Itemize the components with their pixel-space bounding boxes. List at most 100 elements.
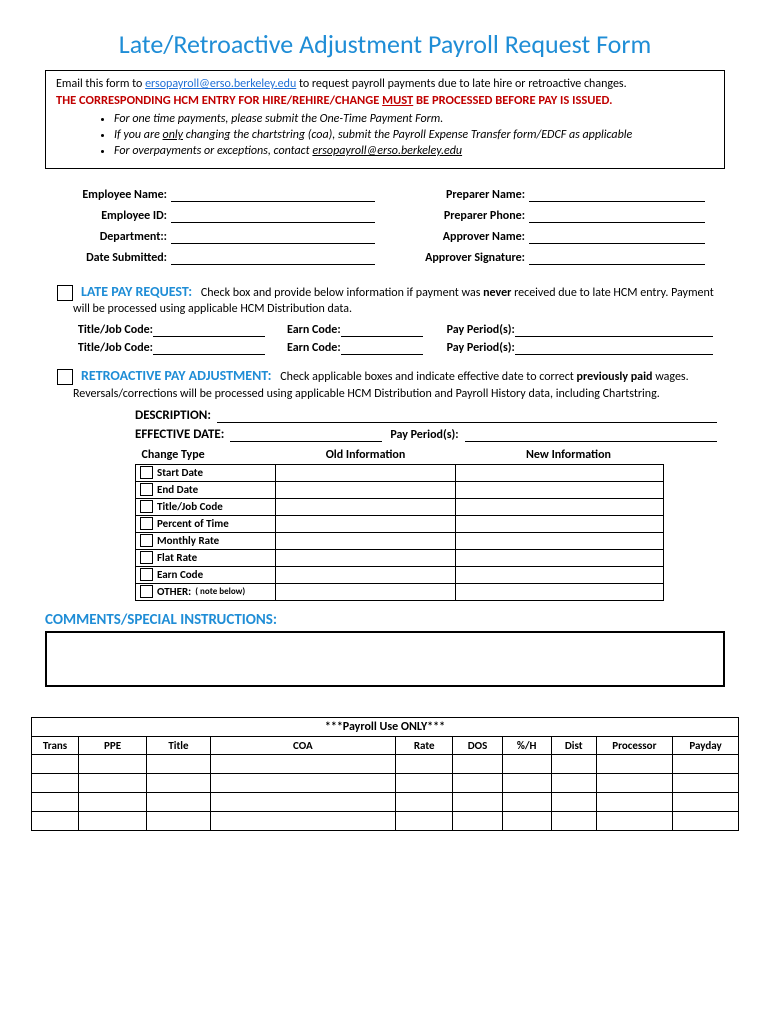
label-prep-phone: Preparer Phone:: [385, 209, 529, 223]
field-date-sub[interactable]: [171, 250, 375, 265]
b2-pre: If you are: [114, 128, 163, 142]
retro-checkbox[interactable]: [57, 369, 73, 385]
payroll-header: ***Payroll Use ONLY***: [32, 717, 739, 736]
old-other[interactable]: [276, 583, 456, 600]
col-trans: Trans: [32, 736, 79, 754]
new-title-job[interactable]: [456, 498, 664, 515]
chk-other[interactable]: [140, 585, 153, 598]
label-emp-id: Employee ID:: [55, 209, 171, 223]
bullet-3-link[interactable]: ersopayroll@erso.berkeley.edu: [312, 144, 462, 158]
intro-pre: Email this form to: [56, 77, 145, 91]
new-other[interactable]: [456, 583, 664, 600]
meta-fields: Employee Name: Preparer Name: Employee I…: [55, 187, 715, 271]
old-monthly[interactable]: [276, 532, 456, 549]
col-change-type: Change Type: [136, 446, 276, 465]
chk-end-date[interactable]: [140, 483, 153, 496]
late-pay-field-2[interactable]: [515, 342, 713, 355]
change-type-table: Change Type Old Information New Informat…: [135, 446, 664, 601]
chk-percent[interactable]: [140, 517, 153, 530]
label-appr-sig: Approver Signature:: [385, 251, 529, 265]
b2-only: only: [163, 128, 183, 142]
bullet-3: For overpayments or exceptions, contact …: [114, 144, 714, 158]
late-earn-label-2: Earn Code:: [287, 341, 341, 355]
new-earn[interactable]: [456, 566, 664, 583]
late-earn-label-1: Earn Code:: [287, 323, 341, 337]
old-title-job[interactable]: [276, 498, 456, 515]
label-prep-name: Preparer Name:: [385, 188, 529, 202]
field-prep-phone[interactable]: [529, 208, 705, 223]
row-flat: Flat Rate: [157, 551, 197, 564]
retro-section: RETROACTIVE PAY ADJUSTMENT: Check applic…: [57, 367, 725, 401]
label-date-sub: Date Submitted:: [55, 251, 171, 265]
new-percent[interactable]: [456, 515, 664, 532]
field-dept[interactable]: [171, 229, 375, 244]
col-rate: Rate: [395, 736, 453, 754]
field-emp-name[interactable]: [171, 187, 375, 202]
new-flat[interactable]: [456, 549, 664, 566]
intro-bullets: For one time payments, please submit the…: [96, 112, 714, 158]
late-pay-checkbox[interactable]: [57, 285, 73, 301]
chk-flat[interactable]: [140, 551, 153, 564]
field-prep-name[interactable]: [529, 187, 705, 202]
old-percent[interactable]: [276, 515, 456, 532]
old-end-date[interactable]: [276, 481, 456, 498]
intro-box: Email this form to ersopayroll@erso.berk…: [45, 70, 725, 169]
col-old-info: Old Information: [276, 446, 456, 465]
label-dept: Department::: [55, 230, 171, 244]
field-emp-id[interactable]: [171, 208, 375, 223]
col-dos: DOS: [453, 736, 502, 754]
retro-pay-field[interactable]: [465, 427, 717, 442]
late-pay-field-1[interactable]: [515, 324, 713, 337]
row-earn: Earn Code: [157, 568, 203, 581]
eff-field[interactable]: [230, 427, 382, 442]
intro-post: to request payroll payments due to late …: [296, 77, 626, 91]
chk-title-job[interactable]: [140, 500, 153, 513]
col-new-info: New Information: [456, 446, 664, 465]
col-ppe: PPE: [79, 736, 147, 754]
late-title-label-1: Title/Job Code:: [55, 323, 153, 337]
payroll-row[interactable]: [32, 792, 739, 811]
payroll-row[interactable]: [32, 754, 739, 773]
chk-earn[interactable]: [140, 568, 153, 581]
desc-label: DESCRIPTION:: [135, 408, 211, 423]
new-end-date[interactable]: [456, 481, 664, 498]
new-start-date[interactable]: [456, 464, 664, 481]
intro-red-warning: THE CORRESPONDING HCM ENTRY FOR HIRE/REH…: [56, 93, 714, 108]
comments-header: COMMENTS/SPECIAL INSTRUCTIONS:: [45, 611, 725, 629]
chk-start-date[interactable]: [140, 466, 153, 479]
payroll-row[interactable]: [32, 773, 739, 792]
field-appr-sig[interactable]: [529, 250, 705, 265]
late-earn-field-2[interactable]: [341, 342, 423, 355]
col-title: Title: [147, 736, 211, 754]
row-monthly: Monthly Rate: [157, 534, 219, 547]
new-monthly[interactable]: [456, 532, 664, 549]
retro-t1: Check applicable boxes and indicate effe…: [280, 370, 576, 384]
row-end-date: End Date: [157, 483, 198, 496]
retro-fields: DESCRIPTION: EFFECTIVE DATE: Pay Period(…: [135, 408, 725, 442]
chk-monthly[interactable]: [140, 534, 153, 547]
late-title-label-2: Title/Job Code:: [55, 341, 153, 355]
field-appr-name[interactable]: [529, 229, 705, 244]
late-pay-header: LATE PAY REQUEST:: [81, 283, 192, 300]
col-dist: Dist: [551, 736, 596, 754]
late-t1: Check box and provide below information …: [201, 286, 483, 300]
col-pcth: %/H: [502, 736, 551, 754]
late-pay-label-1: Pay Period(s):: [447, 323, 515, 337]
old-flat[interactable]: [276, 549, 456, 566]
col-coa: COA: [210, 736, 395, 754]
red-pre: THE CORRESPONDING HCM ENTRY FOR HIRE/REH…: [56, 93, 382, 108]
payroll-row[interactable]: [32, 811, 739, 830]
row-title-job: Title/Job Code: [157, 500, 223, 513]
intro-email-link[interactable]: ersopayroll@erso.berkeley.edu: [145, 77, 296, 91]
bullet-2: If you are only changing the chartstring…: [114, 128, 714, 142]
retro-header: RETROACTIVE PAY ADJUSTMENT:: [81, 367, 272, 384]
late-earn-field-1[interactable]: [341, 324, 423, 337]
late-title-field-2[interactable]: [153, 342, 265, 355]
late-t-bold: never: [483, 286, 511, 300]
late-title-field-1[interactable]: [153, 324, 265, 337]
comments-box[interactable]: [45, 631, 725, 687]
old-start-date[interactable]: [276, 464, 456, 481]
desc-field[interactable]: [217, 408, 717, 423]
row-other-note: ( note below): [195, 586, 245, 597]
old-earn[interactable]: [276, 566, 456, 583]
